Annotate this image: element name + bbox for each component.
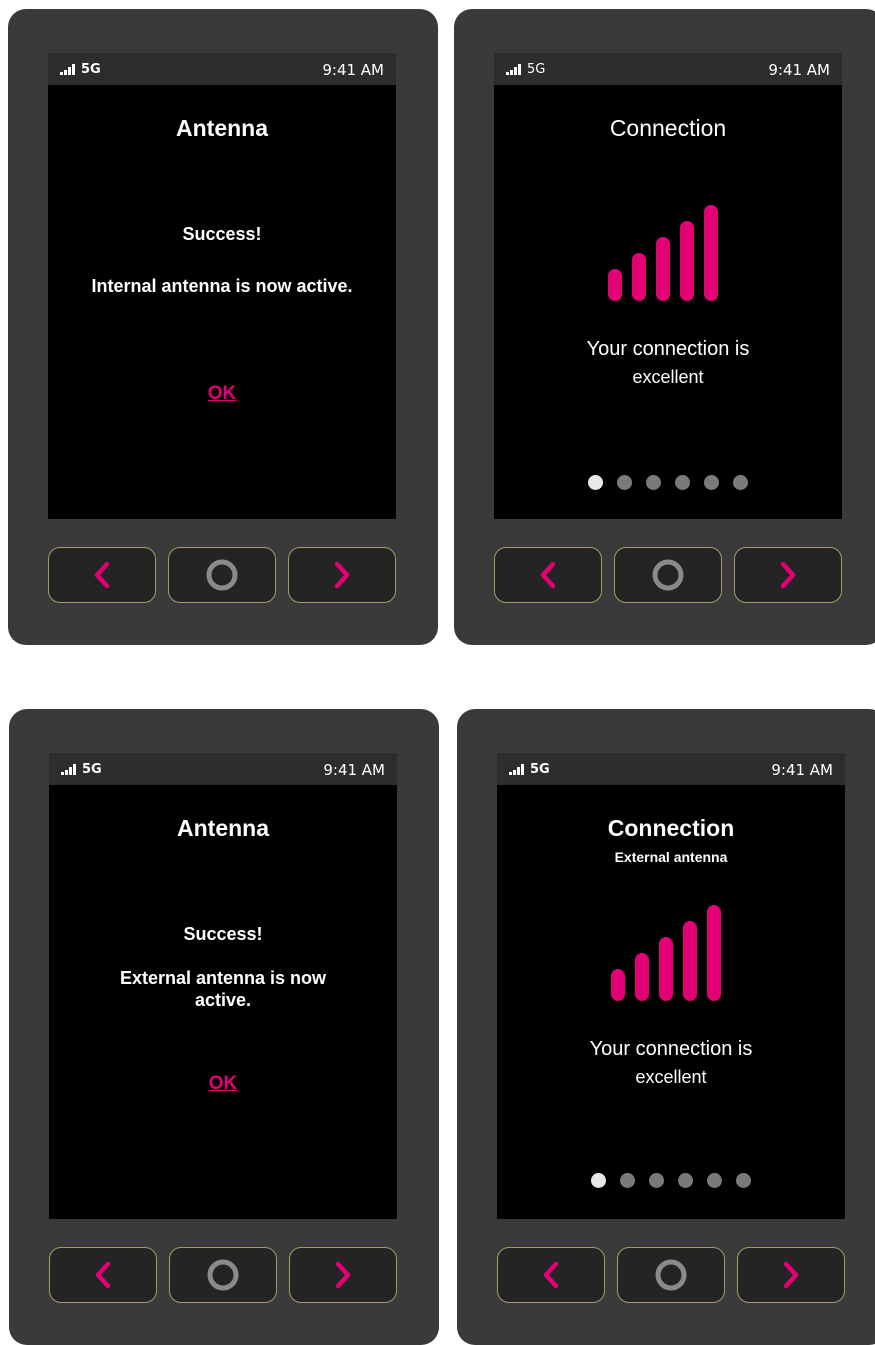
back-button[interactable] <box>49 1247 157 1303</box>
screen-title: Connection <box>609 115 727 141</box>
circle-home-icon <box>652 559 684 591</box>
chevron-left-icon <box>543 1261 559 1289</box>
status-bar: 5G 9:41 AM <box>494 53 842 85</box>
page-dot[interactable] <box>704 475 719 490</box>
chevron-left-icon <box>95 1261 111 1289</box>
page-dot[interactable] <box>707 1173 722 1188</box>
network-type: 5G <box>81 62 101 77</box>
signal-bars-icon <box>506 64 521 75</box>
signal-bars-icon <box>61 764 76 775</box>
page-dot[interactable] <box>736 1173 751 1188</box>
next-button[interactable] <box>734 547 842 603</box>
signal-indicator: 5G <box>61 762 102 777</box>
chevron-left-icon <box>94 561 110 589</box>
circle-home-icon <box>207 1259 239 1291</box>
description-line-1: Your connection is <box>586 338 750 360</box>
description-line-2: excellent <box>635 1067 707 1087</box>
status-bar: 5G 9:41 AM <box>48 53 396 85</box>
page-dot[interactable] <box>620 1173 635 1188</box>
home-button[interactable] <box>169 1247 277 1303</box>
status-message: External antenna is now active. <box>59 967 387 1011</box>
status-message: Internal antenna is now active. <box>91 276 353 296</box>
chevron-right-icon <box>783 1261 799 1289</box>
screen-title: Antenna <box>177 815 269 841</box>
success-text: Success! <box>183 924 263 944</box>
back-button[interactable] <box>497 1247 605 1303</box>
screen-subtitle: External antenna <box>614 849 728 865</box>
status-bar: 5G 9:41 AM <box>497 753 845 785</box>
chevron-left-icon <box>540 561 556 589</box>
page-dot[interactable] <box>646 475 661 490</box>
device-screen: 5G 9:41 AM Connection External antenna Y… <box>497 753 845 1219</box>
back-button[interactable] <box>48 547 156 603</box>
screen-title: Antenna <box>176 115 268 141</box>
description-line-1: Your connection is <box>589 1038 753 1060</box>
ok-link[interactable]: OK <box>48 383 396 405</box>
next-button[interactable] <box>737 1247 845 1303</box>
page-dot[interactable] <box>675 475 690 490</box>
page-dot[interactable] <box>588 475 603 490</box>
signal-indicator: 5G <box>506 62 545 77</box>
signal-strength <box>494 203 842 303</box>
hardware-buttons <box>48 547 396 607</box>
ok-link[interactable]: OK <box>49 1073 397 1095</box>
screen-title: Connection <box>607 815 735 841</box>
circle-home-icon <box>655 1259 687 1291</box>
signal-bars-icon <box>60 64 75 75</box>
signal-strength-icon <box>608 205 718 301</box>
connection-description: Your connection is excellent <box>494 335 842 391</box>
network-type: 5G <box>82 762 102 777</box>
hardware-buttons <box>497 1247 845 1307</box>
next-button[interactable] <box>289 1247 397 1303</box>
device-connection: 5G 9:41 AM Connection Your connection is… <box>454 9 875 645</box>
back-button[interactable] <box>494 547 602 603</box>
network-type: 5G <box>527 62 546 77</box>
chevron-right-icon <box>335 1261 351 1289</box>
status-time: 9:41 AM <box>771 761 833 779</box>
success-text: Success! <box>182 224 262 244</box>
page-dot[interactable] <box>617 475 632 490</box>
hardware-buttons <box>494 547 842 607</box>
connection-description: Your connection is excellent <box>497 1035 845 1091</box>
signal-strength <box>497 903 845 1003</box>
home-button[interactable] <box>617 1247 725 1303</box>
status-message-line-2: active. <box>194 990 252 1010</box>
signal-strength-icon <box>611 905 721 1001</box>
signal-indicator: 5G <box>60 62 101 77</box>
page-dot[interactable] <box>591 1173 606 1188</box>
circle-home-icon <box>206 559 238 591</box>
page-indicator <box>497 1173 845 1188</box>
device-antenna-external: 5G 9:41 AM Antenna Success! External ant… <box>9 709 439 1345</box>
home-button[interactable] <box>168 547 276 603</box>
page-dot[interactable] <box>649 1173 664 1188</box>
status-time: 9:41 AM <box>768 61 830 79</box>
signal-bars-icon <box>509 764 524 775</box>
chevron-right-icon <box>780 561 796 589</box>
page-dot[interactable] <box>678 1173 693 1188</box>
chevron-right-icon <box>334 561 350 589</box>
device-screen: 5G 9:41 AM Antenna Success! External ant… <box>49 753 397 1219</box>
signal-indicator: 5G <box>509 762 550 777</box>
status-message-line-1: External antenna is now <box>119 968 327 988</box>
network-type: 5G <box>530 762 550 777</box>
page-indicator <box>494 475 842 490</box>
device-connection-external: 5G 9:41 AM Connection External antenna Y… <box>457 709 875 1345</box>
status-bar: 5G 9:41 AM <box>49 753 397 785</box>
device-screen: 5G 9:41 AM Connection Your connection is… <box>494 53 842 519</box>
device-antenna-internal: 5G 9:41 AM Antenna Success! Internal ant… <box>8 9 438 645</box>
device-screen: 5G 9:41 AM Antenna Success! Internal ant… <box>48 53 396 519</box>
status-time: 9:41 AM <box>323 761 385 779</box>
description-line-2: excellent <box>632 367 704 387</box>
page-dot[interactable] <box>733 475 748 490</box>
home-button[interactable] <box>614 547 722 603</box>
hardware-buttons <box>49 1247 397 1307</box>
next-button[interactable] <box>288 547 396 603</box>
status-time: 9:41 AM <box>322 61 384 79</box>
